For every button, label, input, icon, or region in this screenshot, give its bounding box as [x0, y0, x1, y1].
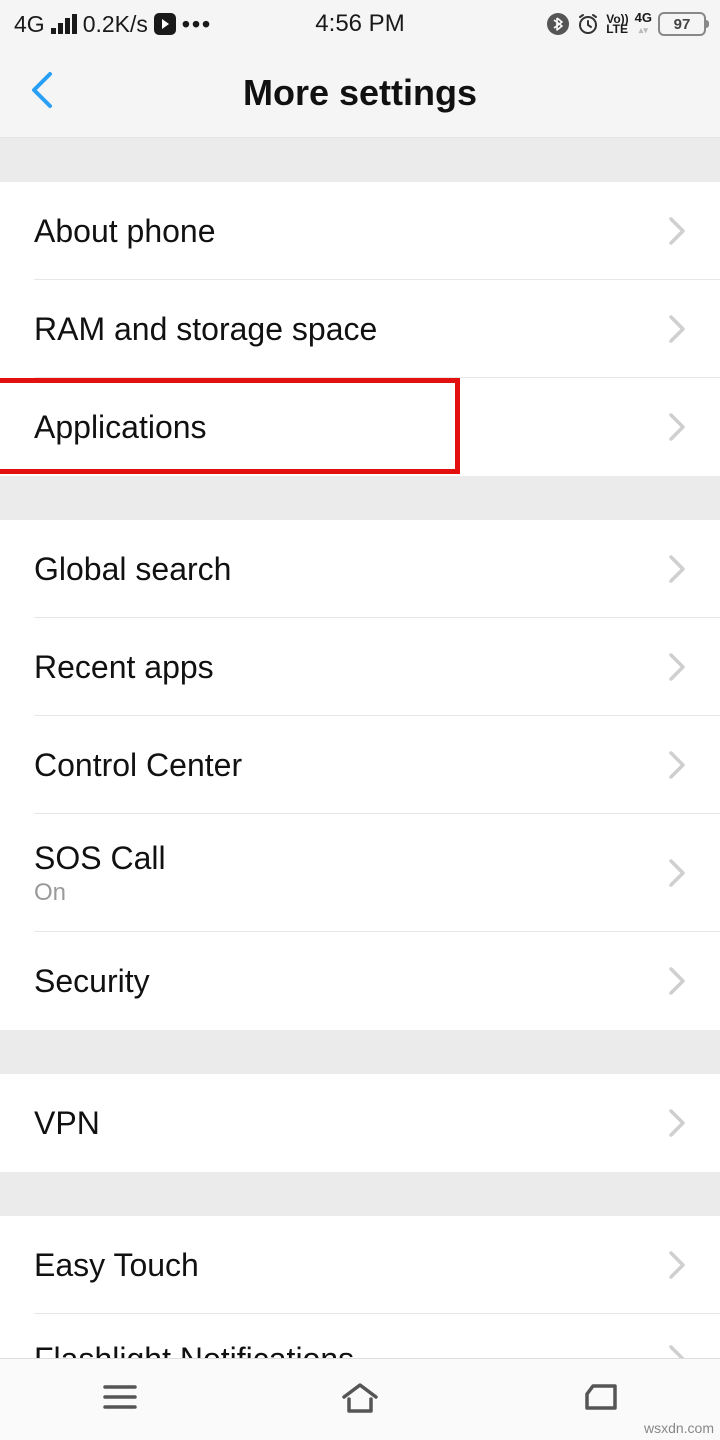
- chevron-right-icon: [668, 750, 686, 780]
- section-gap: [0, 1172, 720, 1216]
- row-easy-touch[interactable]: Easy Touch: [0, 1216, 720, 1314]
- chevron-right-icon: [668, 1250, 686, 1280]
- back-button[interactable]: [0, 70, 68, 115]
- row-ram-storage[interactable]: RAM and storage space: [0, 280, 720, 378]
- watermark: wsxdn.com: [644, 1420, 714, 1436]
- back-nav-button[interactable]: [579, 1379, 621, 1420]
- row-label: SOS Call: [34, 840, 166, 877]
- page-title: More settings: [243, 72, 477, 114]
- volte-icon: Vo))LTE: [606, 14, 628, 34]
- chevron-right-icon: [668, 554, 686, 584]
- menu-icon: [99, 1379, 141, 1415]
- section-gap: [0, 476, 720, 520]
- status-right: Vo))LTE 4G▴▾ 97: [546, 12, 706, 36]
- bluetooth-icon: [546, 12, 570, 36]
- alarm-icon: [576, 12, 600, 36]
- row-label: About phone: [34, 213, 216, 250]
- home-icon: [339, 1379, 381, 1415]
- signal-icon: [51, 14, 77, 34]
- mobile-data-icon: 4G▴▾: [635, 12, 652, 36]
- clock: 4:56 PM: [315, 10, 404, 38]
- chevron-right-icon: [668, 858, 686, 888]
- back-icon: [579, 1379, 621, 1415]
- row-control-center[interactable]: Control Center: [0, 716, 720, 814]
- chevron-right-icon: [668, 314, 686, 344]
- chevron-right-icon: [668, 652, 686, 682]
- app-header: More settings: [0, 48, 720, 138]
- section-gap: [0, 1030, 720, 1074]
- chevron-right-icon: [668, 966, 686, 996]
- row-sos-call[interactable]: SOS Call On: [0, 814, 720, 932]
- row-global-search[interactable]: Global search: [0, 520, 720, 618]
- row-vpn[interactable]: VPN: [0, 1074, 720, 1172]
- status-bar: 4G 0.2K/s ••• 4:56 PM Vo))LTE 4G▴▾ 97: [0, 0, 720, 48]
- section-gap: [0, 138, 720, 182]
- more-notifications-icon: •••: [182, 11, 212, 38]
- row-sublabel: On: [34, 879, 166, 907]
- battery-icon: 97: [658, 12, 706, 36]
- row-label: Easy Touch: [34, 1247, 199, 1284]
- row-security[interactable]: Security: [0, 932, 720, 1030]
- play-store-icon: [154, 13, 176, 35]
- settings-group-1: About phone RAM and storage space Applic…: [0, 182, 720, 476]
- data-speed: 0.2K/s: [83, 11, 148, 38]
- row-label: VPN: [34, 1105, 100, 1142]
- status-left: 4G 0.2K/s •••: [14, 11, 212, 38]
- row-label: RAM and storage space: [34, 311, 377, 348]
- chevron-left-icon: [28, 70, 58, 110]
- settings-group-2: Global search Recent apps Control Center…: [0, 520, 720, 1030]
- chevron-right-icon: [668, 1108, 686, 1138]
- row-label: Global search: [34, 551, 231, 588]
- row-label: Control Center: [34, 747, 242, 784]
- home-button[interactable]: [339, 1379, 381, 1420]
- network-type: 4G: [14, 11, 45, 38]
- row-label: Recent apps: [34, 649, 214, 686]
- chevron-right-icon: [668, 216, 686, 246]
- recent-apps-button[interactable]: [99, 1379, 141, 1420]
- row-label: Applications: [34, 409, 207, 446]
- row-about-phone[interactable]: About phone: [0, 182, 720, 280]
- navigation-bar: [0, 1358, 720, 1440]
- row-applications[interactable]: Applications: [0, 378, 720, 476]
- row-recent-apps[interactable]: Recent apps: [0, 618, 720, 716]
- settings-group-3: VPN: [0, 1074, 720, 1172]
- chevron-right-icon: [668, 412, 686, 442]
- row-label: Security: [34, 963, 150, 1000]
